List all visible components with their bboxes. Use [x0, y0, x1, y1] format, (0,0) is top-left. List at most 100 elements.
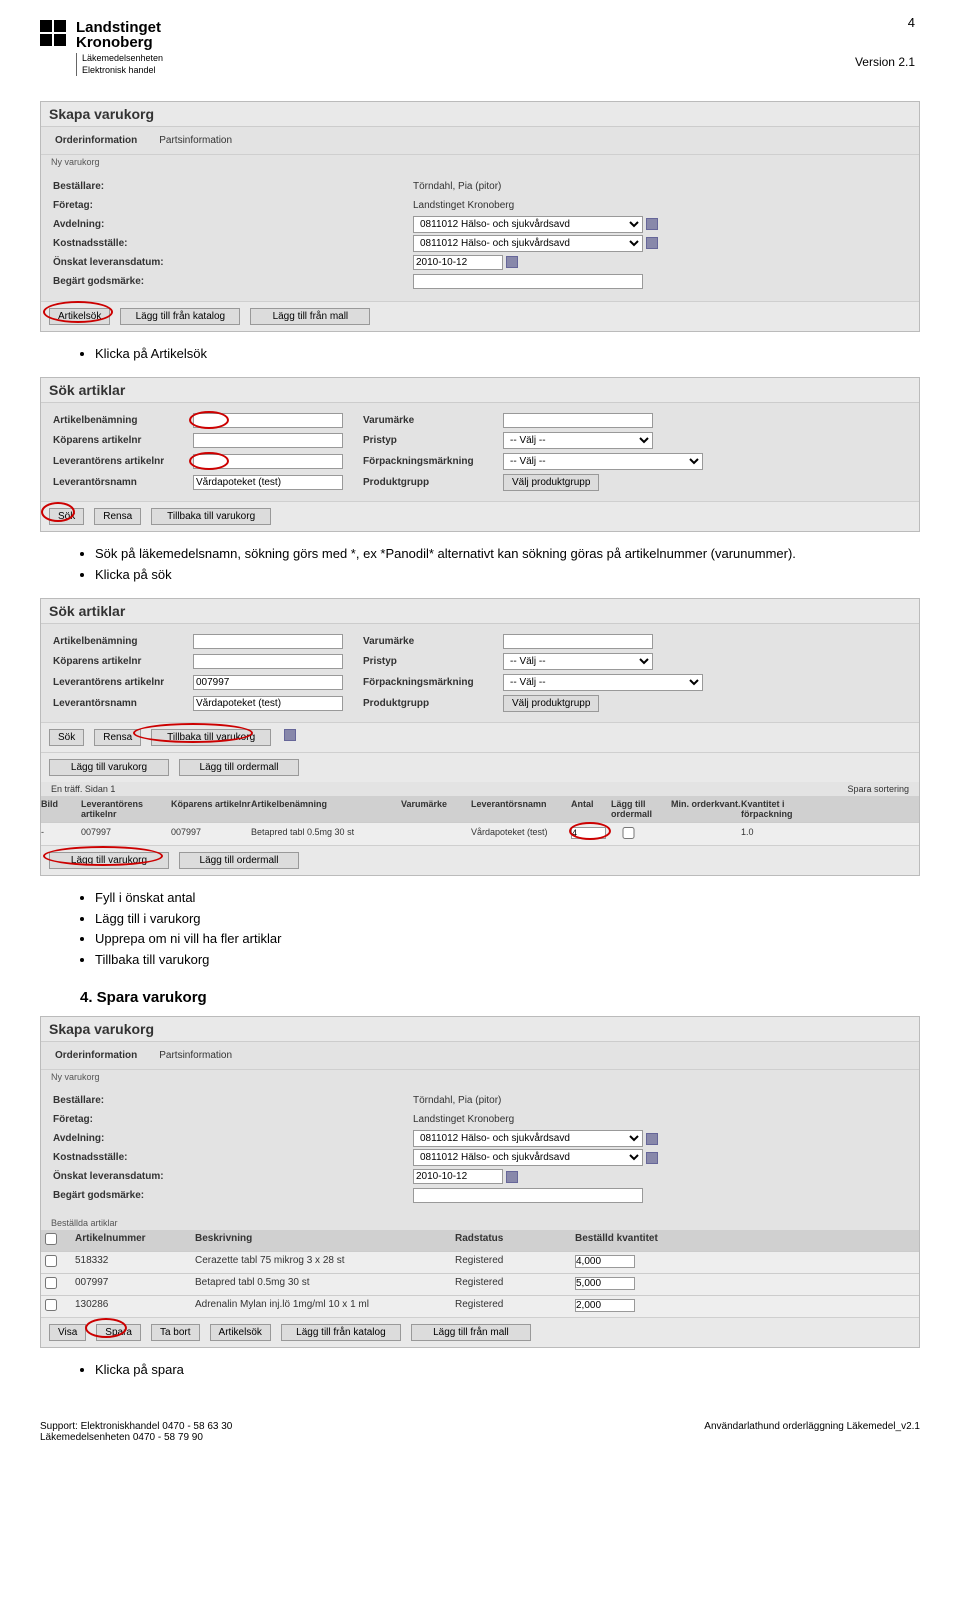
tab-partsinformation[interactable]: Partsinformation [155, 1048, 236, 1063]
value-bestallare: Törndahl, Pia (pitor) [413, 1095, 501, 1106]
visa-button[interactable]: Visa [49, 1324, 86, 1341]
input-leveransdatum[interactable] [413, 255, 503, 270]
input-koparens-artikelnr[interactable] [193, 654, 343, 669]
label-koparens: Köparens artikelnr [53, 656, 193, 667]
col-kvant-forpack: Kvantitet i förpackning [741, 799, 821, 819]
tab-orderinformation[interactable]: Orderinformation [51, 133, 141, 148]
version-label: Version 2.1 [855, 55, 915, 69]
label-godsmarke: Begärt godsmärke: [53, 1190, 213, 1201]
input-antal[interactable] [571, 827, 606, 839]
panel-title: Skapa varukorg [41, 102, 919, 127]
input-artikelbenamning[interactable] [193, 634, 343, 649]
col-antal: Antal [571, 799, 611, 819]
cell-levnamn: Vårdapoteket (test) [471, 827, 571, 841]
label-varumarke: Varumärke [363, 415, 503, 426]
group-ny-varukorg: Ny varukorg [41, 1070, 919, 1084]
tab-partsinformation[interactable]: Partsinformation [155, 133, 236, 148]
cell-art: 518332 [75, 1255, 195, 1270]
input-leveransdatum[interactable] [413, 1169, 503, 1184]
sort-link[interactable]: Spara sortering [847, 784, 909, 794]
select-forpackningsmarkning[interactable]: -- Välj -- [503, 453, 703, 470]
input-kvantitet[interactable] [575, 1299, 635, 1312]
valj-produktgrupp-button[interactable]: Välj produktgrupp [503, 474, 599, 491]
lagg-till-varukorg-button[interactable]: Lägg till varukorg [49, 759, 169, 776]
sok-button[interactable]: Sök [49, 508, 84, 525]
footer-doc-id: Användarlathund orderläggning Läkemedel_… [704, 1421, 920, 1443]
spara-button[interactable]: Spara [96, 1324, 141, 1341]
label-leverantorens: Leverantörens artikelnr [53, 677, 193, 688]
rensa-button[interactable]: Rensa [94, 508, 141, 525]
valj-produktgrupp-button[interactable]: Välj produktgrupp [503, 695, 599, 712]
refresh-icon[interactable] [284, 729, 296, 741]
select-avdelning[interactable]: 0811012 Hälso- och sjukvårdsavd [413, 1130, 643, 1147]
page-footer: Support: Elektroniskhandel 0470 - 58 63 … [40, 1421, 920, 1443]
input-varumarke[interactable] [503, 413, 653, 428]
select-pristyp[interactable]: -- Välj -- [503, 653, 653, 670]
input-leverantorens-artikelnr[interactable] [193, 675, 343, 690]
calendar-icon[interactable] [506, 256, 518, 268]
input-leverantorsnamn[interactable] [193, 696, 343, 711]
lookup-icon[interactable] [646, 218, 658, 230]
label-kostnadsstalle: Kostnadsställe: [53, 238, 213, 249]
sok-button[interactable]: Sök [49, 729, 84, 746]
select-forpackningsmarkning[interactable]: -- Välj -- [503, 674, 703, 691]
bullet-item: Sök på läkemedelsnamn, sökning görs med … [95, 544, 920, 565]
input-leverantorens-artikelnr[interactable] [193, 454, 343, 469]
logo-icon [40, 20, 68, 46]
tillbaka-till-varukorg-button[interactable]: Tillbaka till varukorg [151, 508, 271, 525]
label-pristyp: Pristyp [363, 435, 503, 446]
lookup-icon[interactable] [646, 1133, 658, 1145]
lookup-icon[interactable] [646, 1152, 658, 1164]
col-beskrivning: Beskrivning [195, 1233, 455, 1248]
label-avdelning: Avdelning: [53, 219, 213, 230]
cell-rad: Registered [455, 1277, 575, 1292]
tabort-button[interactable]: Ta bort [151, 1324, 200, 1341]
input-kvantitet[interactable] [575, 1255, 635, 1268]
cell-beskr: Betapred tabl 0.5mg 30 st [195, 1277, 455, 1292]
input-artikelbenamning[interactable] [193, 413, 343, 428]
input-varumarke[interactable] [503, 634, 653, 649]
input-kvantitet[interactable] [575, 1277, 635, 1290]
lagg-till-ordermall-button[interactable]: Lägg till ordermall [179, 759, 299, 776]
col-lev-art: Leverantörens artikelnr [81, 799, 171, 819]
lagg-till-varukorg-button[interactable]: Lägg till varukorg [49, 852, 169, 869]
bullet-item: Klicka på sök [95, 565, 920, 586]
checkbox-row[interactable] [45, 1255, 57, 1267]
input-godsmarke[interactable] [413, 1188, 643, 1203]
panel-title: Skapa varukorg [41, 1017, 919, 1042]
subheader-2: Elektronisk handel [82, 65, 163, 77]
group-bestallda-artiklar: Beställda artiklar [41, 1216, 919, 1230]
lagg-till-fran-katalog-button[interactable]: Lägg till från katalog [281, 1324, 401, 1341]
select-kostnadsstalle[interactable]: 0811012 Hälso- och sjukvårdsavd [413, 1149, 643, 1166]
checkbox-select-all[interactable] [45, 1233, 57, 1245]
cell-art: 130286 [75, 1299, 195, 1314]
tab-orderinformation[interactable]: Orderinformation [51, 1048, 141, 1063]
calendar-icon[interactable] [506, 1171, 518, 1183]
sok-artiklar-panel-1: Sök artiklar Artikelbenämning Varumärke … [40, 377, 920, 532]
input-koparens-artikelnr[interactable] [193, 433, 343, 448]
label-pristyp: Pristyp [363, 656, 503, 667]
lookup-icon[interactable] [646, 237, 658, 249]
lagg-till-fran-mall-button[interactable]: Lägg till från mall [411, 1324, 531, 1341]
lagg-till-fran-katalog-button[interactable]: Lägg till från katalog [120, 308, 240, 325]
table-row: 007997 Betapred tabl 0.5mg 30 st Registe… [41, 1273, 919, 1295]
select-pristyp[interactable]: -- Välj -- [503, 432, 653, 449]
rensa-button[interactable]: Rensa [94, 729, 141, 746]
input-leverantorsnamn[interactable] [193, 475, 343, 490]
checkbox-row[interactable] [45, 1299, 57, 1311]
checkbox-ordermall[interactable] [611, 827, 646, 839]
input-godsmarke[interactable] [413, 274, 643, 289]
col-benamning: Artikelbenämning [251, 799, 401, 819]
select-kostnadsstalle[interactable]: 0811012 Hälso- och sjukvårdsavd [413, 235, 643, 252]
artikelsok-button[interactable]: Artikelsök [210, 1324, 271, 1341]
document-header: Landstinget Kronoberg Läkemedelsenheten … [40, 20, 920, 76]
tillbaka-till-varukorg-button[interactable]: Tillbaka till varukorg [151, 729, 271, 746]
lagg-till-ordermall-button[interactable]: Lägg till ordermall [179, 852, 299, 869]
col-bestalld-kvantitet: Beställd kvantitet [575, 1233, 705, 1248]
lagg-till-fran-mall-button[interactable]: Lägg till från mall [250, 308, 370, 325]
checkbox-row[interactable] [45, 1277, 57, 1289]
bullet-list-4: Klicka på spara [95, 1360, 920, 1381]
skapa-varukorg-panel-2: Skapa varukorg Orderinformation Partsinf… [40, 1016, 920, 1348]
artikelsok-button[interactable]: Artikelsök [49, 308, 110, 325]
select-avdelning[interactable]: 0811012 Hälso- och sjukvårdsavd [413, 216, 643, 233]
